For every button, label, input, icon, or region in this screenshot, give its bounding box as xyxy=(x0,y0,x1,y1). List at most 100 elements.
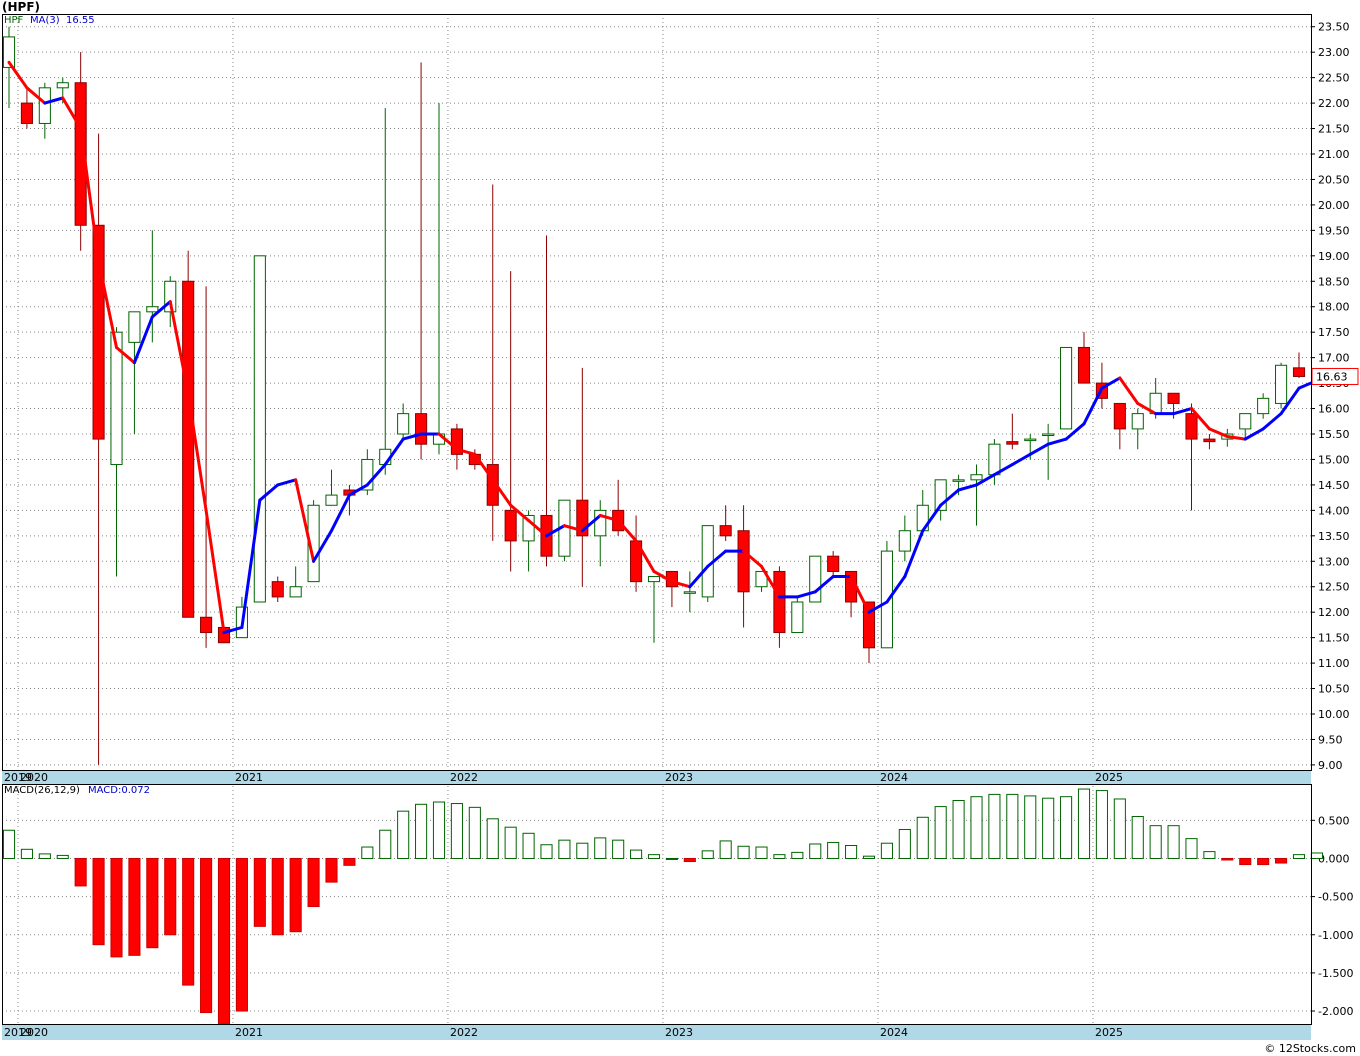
macd-bar xyxy=(1077,788,1091,859)
macd-bar xyxy=(576,842,589,859)
price-tick-label: 13.00 xyxy=(1318,555,1350,568)
price-candles xyxy=(2,26,1306,765)
macd-bar xyxy=(1310,852,1323,859)
macd-bar xyxy=(737,845,750,859)
candle-body xyxy=(1257,397,1270,415)
candle-body xyxy=(970,474,983,481)
macd-bar xyxy=(325,857,338,883)
macd-bar xyxy=(271,857,284,936)
candle-body xyxy=(1275,364,1288,404)
macd-bar xyxy=(20,848,33,859)
macd-bar xyxy=(1006,793,1019,859)
macd-bar xyxy=(916,816,929,859)
ma-segment xyxy=(1243,427,1265,441)
price-tick-label: 14.00 xyxy=(1318,504,1350,517)
macd-bar xyxy=(110,857,123,958)
ma-segment xyxy=(1207,427,1229,439)
candle-body xyxy=(1167,392,1180,404)
price-tick-label: 17.50 xyxy=(1318,326,1350,339)
macd-bar xyxy=(2,829,16,859)
price-tick-label: 22.50 xyxy=(1318,72,1350,85)
price-tick-label: 11.00 xyxy=(1318,657,1350,670)
price-tick-label: 17.00 xyxy=(1318,352,1350,365)
price-tick-label: 19.50 xyxy=(1318,224,1350,237)
macd-bar xyxy=(1221,857,1234,861)
candle-body xyxy=(791,601,804,634)
macd-bar xyxy=(1095,790,1108,859)
macd-bar xyxy=(504,826,517,859)
macd-bar xyxy=(862,855,876,859)
price-tick-label: 12.00 xyxy=(1318,606,1350,619)
ma-segment xyxy=(1261,412,1283,431)
price-tick-label: 21.00 xyxy=(1318,148,1350,161)
macd-bar xyxy=(898,828,911,859)
macd-bar xyxy=(182,857,195,986)
price-tick-label: 20.00 xyxy=(1318,199,1350,212)
macd-bar xyxy=(952,799,965,859)
macd-tick-label: -0.500 xyxy=(1318,891,1353,904)
macd-bar xyxy=(701,850,714,859)
macd-bar xyxy=(755,846,768,859)
candle-body xyxy=(773,570,786,634)
macd-bar xyxy=(415,803,428,859)
x-tick-label: 2022 xyxy=(450,1026,478,1039)
macd-bar xyxy=(719,840,732,859)
price-tick-label: 20.50 xyxy=(1318,173,1350,186)
stock-chart: 23.50 23.00 22.50 22.00 21.50 21.00 20.50 20.00… xyxy=(2,14,1359,1040)
ma-legend-value: 16.55 xyxy=(66,15,95,26)
candle-body xyxy=(737,530,750,593)
ma-segment xyxy=(276,478,298,487)
x-tick-label: 2025 xyxy=(1095,1026,1123,1039)
macd-bar xyxy=(594,837,607,859)
macd-bar xyxy=(1024,795,1037,859)
price-gridlines xyxy=(2,14,1311,770)
macd-y-axis: 0.5000.000-0.500-1.000-1.500-2.000 xyxy=(1311,814,1353,1018)
candle-body xyxy=(146,306,159,313)
macd-legend: MACD(26,12,9) xyxy=(4,785,80,796)
credit-text: © 12Stocks.com xyxy=(1264,1042,1356,1055)
ma-segment xyxy=(1118,376,1140,405)
macd-value-legend: MACD:0.072 xyxy=(88,785,150,796)
price-tick-label: 22.00 xyxy=(1318,97,1350,110)
candle-body xyxy=(719,525,732,537)
macd-bar xyxy=(1042,797,1055,859)
macd-bar xyxy=(1203,851,1216,859)
macd-bar xyxy=(683,857,696,863)
candle-body xyxy=(1113,402,1126,430)
x-tick-label: 2020 xyxy=(20,771,48,784)
macd-bar xyxy=(988,793,1001,859)
macd-bar xyxy=(379,829,392,859)
macd-bar xyxy=(630,849,643,859)
ma-legend: MA(3) xyxy=(30,15,60,26)
candle-body xyxy=(1077,346,1091,384)
price-tick-label: 11.50 xyxy=(1318,632,1350,645)
ma-segment xyxy=(204,508,226,635)
macd-bar xyxy=(845,845,858,859)
macd-bar xyxy=(773,854,786,859)
x-tick-label: 2022 xyxy=(450,771,478,784)
price-tick-label: 9.50 xyxy=(1318,733,1343,746)
macd-bar xyxy=(1060,796,1073,859)
macd-bar xyxy=(1149,825,1162,859)
candle-body xyxy=(1006,441,1019,445)
price-tick-label: 23.50 xyxy=(1318,21,1350,34)
macd-bar xyxy=(217,857,231,1025)
macd-bar xyxy=(970,796,983,859)
ma-segment xyxy=(1028,442,1050,456)
x-tick-label: 2025 xyxy=(1095,771,1123,784)
macd-bar xyxy=(361,846,374,859)
macd-bar xyxy=(200,857,213,1014)
macd-bar xyxy=(486,818,499,859)
candle-body xyxy=(1024,438,1037,442)
price-tick-label: 18.50 xyxy=(1318,275,1350,288)
x-tick-label: 2024 xyxy=(880,1026,908,1039)
price-tick-label: 15.00 xyxy=(1318,453,1350,466)
macd-bar xyxy=(164,857,177,936)
candle-body xyxy=(182,280,195,618)
macd-tick-label: -1.500 xyxy=(1318,967,1353,980)
price-tick-label: 10.00 xyxy=(1318,708,1350,721)
macd-bar xyxy=(1167,825,1180,859)
ma-segment xyxy=(1046,437,1068,446)
macd-bar xyxy=(880,842,893,859)
macd-bar xyxy=(1257,857,1270,866)
